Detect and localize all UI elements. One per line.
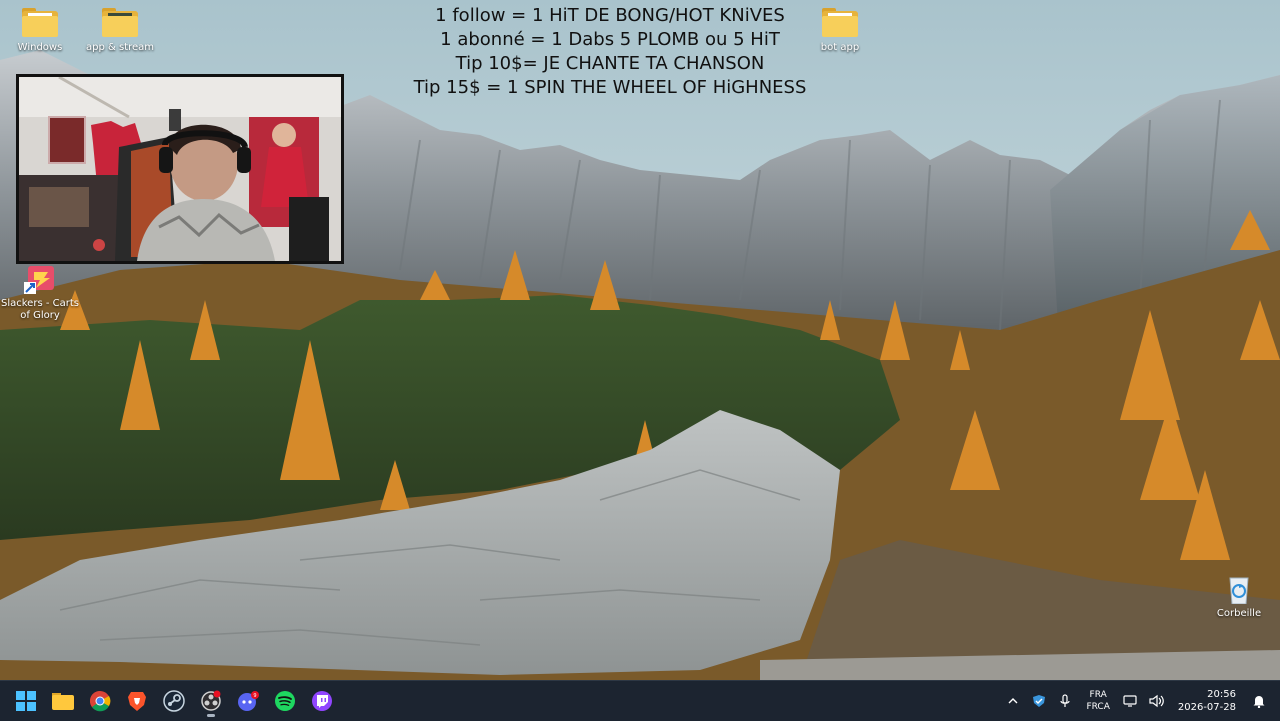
twitch-icon	[312, 691, 332, 711]
notification-button[interactable]	[1246, 688, 1272, 714]
taskbar-obs[interactable]	[193, 683, 229, 719]
desktop-icon-slackers[interactable]: Slackers - Carts of Glory	[1, 264, 79, 322]
clock-date: 2026-07-28	[1177, 702, 1236, 713]
tray-overflow-button[interactable]	[1000, 688, 1026, 714]
network-icon	[1123, 695, 1137, 707]
taskbar-spotify[interactable]	[267, 683, 303, 719]
desktop-icon-label: Corbeille	[1216, 608, 1262, 619]
lang-code: FRA	[1089, 690, 1107, 700]
defender-shield-icon	[1033, 695, 1046, 707]
taskbar-file-explorer[interactable]	[45, 683, 81, 719]
start-button[interactable]	[8, 683, 44, 719]
folder-icon	[822, 8, 858, 38]
svg-text:9: 9	[253, 693, 256, 699]
desktop-icon-windows[interactable]: Windows	[1, 8, 79, 54]
stream-rules-overlay: 1 follow = 1 HiT DE BONG/HOT KNiVES 1 ab…	[380, 4, 840, 100]
notification-bell-icon	[1253, 696, 1265, 708]
tray-network-button[interactable]	[1118, 688, 1144, 714]
taskbar-steam[interactable]	[156, 683, 192, 719]
streamer-webcam-image	[19, 77, 341, 261]
windows-start-icon	[16, 691, 36, 711]
desktop-icon-app-stream[interactable]: app & stream	[81, 8, 159, 54]
brave-icon	[128, 692, 146, 711]
overlay-line: Tip 15$ = 1 SPIN THE WHEEL OF HiGHNESS	[413, 77, 807, 98]
desktop-icon-bot-app[interactable]: bot app	[801, 8, 879, 54]
speaker-icon	[1149, 694, 1164, 708]
lang-layout: FRCA	[1086, 702, 1110, 712]
desktop-icon-label: Windows	[17, 42, 63, 53]
folder-icon	[102, 8, 138, 38]
steam-icon	[163, 690, 185, 712]
clock-time: 20:56	[1207, 689, 1236, 700]
taskbar-chrome[interactable]	[82, 683, 118, 719]
taskbar: 9 FRA FRCA 20:56 2026-07-28	[0, 680, 1280, 721]
game-shortcut-icon	[22, 264, 58, 294]
overlay-line: 1 follow = 1 HiT DE BONG/HOT KNiVES	[435, 5, 785, 26]
discord-icon: 9	[238, 691, 259, 711]
taskbar-twitch[interactable]	[304, 683, 340, 719]
obs-icon	[201, 690, 221, 711]
chrome-icon	[90, 691, 111, 712]
overlay-line: 1 abonné = 1 Dabs 5 PLOMB ou 5 HiT	[440, 29, 780, 50]
taskbar-clock[interactable]: 20:56 2026-07-28	[1178, 688, 1236, 714]
webcam-overlay	[16, 74, 344, 264]
recycle-bin-icon	[1221, 574, 1257, 605]
taskbar-discord[interactable]: 9	[230, 683, 266, 719]
spotify-icon	[275, 691, 295, 711]
tray-microphone-button[interactable]	[1052, 688, 1078, 714]
folder-icon	[22, 8, 58, 38]
desktop-icon-label: bot app	[820, 42, 860, 53]
taskbar-brave[interactable]	[119, 683, 155, 719]
desktop-icon-recycle-bin[interactable]: Corbeille	[1200, 574, 1278, 620]
overlay-line: Tip 10$= JE CHANTE TA CHANSON	[455, 53, 765, 74]
desktop-icon-label: Slackers - Carts of Glory	[1, 298, 79, 321]
tray-security-button[interactable]	[1026, 688, 1052, 714]
microphone-icon	[1060, 694, 1071, 707]
taskbar-apps: 9	[8, 683, 341, 719]
input-language-indicator[interactable]: FRA FRCA	[1086, 689, 1109, 713]
system-tray: FRA FRCA 20:56 2026-07-28	[1000, 681, 1280, 721]
desktop-icon-label: app & stream	[85, 42, 155, 53]
tray-volume-button[interactable]	[1144, 688, 1170, 714]
chevron-up-icon	[1008, 698, 1018, 704]
file-explorer-icon	[52, 693, 74, 710]
